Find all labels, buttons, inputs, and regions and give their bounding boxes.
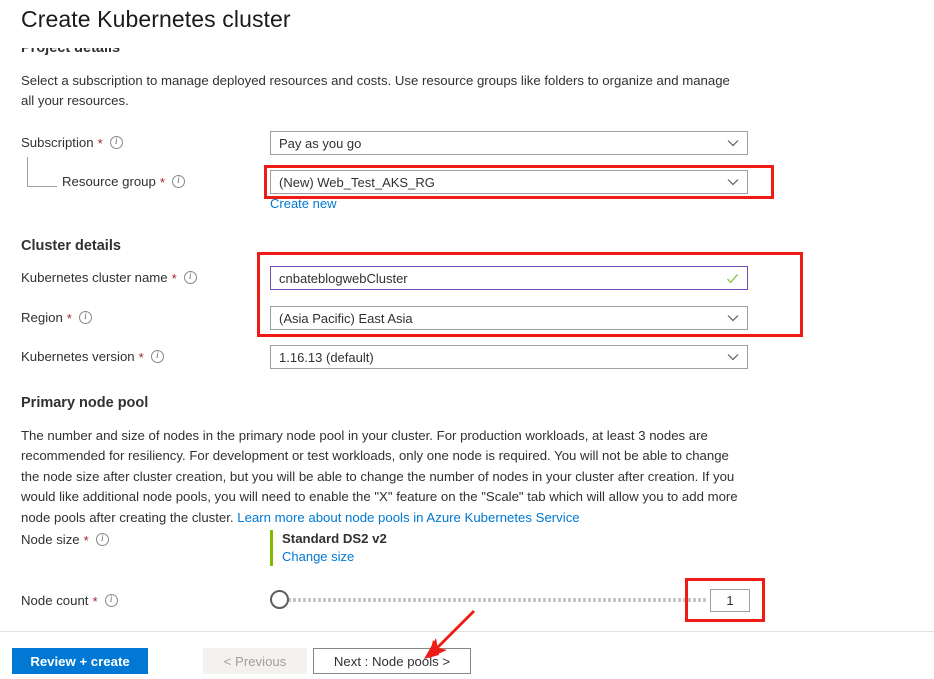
info-icon[interactable]: i [95, 533, 109, 546]
cluster-name-required-marker: * [171, 270, 177, 286]
info-icon[interactable]: i [104, 594, 118, 607]
create-new-resource-group-link[interactable]: Create new [270, 196, 336, 211]
info-icon[interactable]: i [171, 175, 185, 188]
node-pools-learn-more-link[interactable]: Learn more about node pools in Azure Kub… [237, 510, 579, 525]
subscription-label: Subscription * i [21, 135, 123, 150]
project-details-heading-clip: Project details [21, 48, 120, 63]
kubernetes-version-value: 1.16.13 (default) [279, 349, 374, 365]
resource-group-dropdown[interactable]: (New) Web_Test_AKS_RG [270, 170, 748, 194]
info-icon[interactable]: i [109, 136, 123, 149]
region-label: Region * i [21, 310, 92, 325]
resource-group-label-text: Resource group [62, 174, 156, 189]
cluster-name-input[interactable]: cnbateblogwebCluster [270, 266, 748, 290]
kubernetes-version-dropdown[interactable]: 1.16.13 (default) [270, 345, 748, 369]
node-size-card: Standard DS2 v2 Change size [270, 530, 387, 566]
chevron-down-icon [727, 312, 739, 324]
cluster-details-heading: Cluster details [21, 238, 121, 254]
node-count-slider[interactable] [270, 590, 710, 610]
project-details-heading: Project details [21, 48, 121, 56]
change-size-link[interactable]: Change size [282, 547, 387, 566]
subscription-dropdown[interactable]: Pay as you go [270, 131, 748, 155]
kubernetes-version-label-text: Kubernetes version [21, 349, 135, 364]
primary-node-pool-heading: Primary node pool [21, 395, 149, 411]
previous-button: < Previous [203, 648, 307, 674]
page-title: Create Kubernetes cluster [21, 6, 291, 32]
node-size-label: Node size * i [21, 532, 109, 547]
form-scroll-area: Project details Select a subscription to… [0, 48, 934, 631]
node-count-label: Node count * i [21, 593, 118, 608]
info-icon[interactable]: i [78, 311, 92, 324]
kubernetes-version-required-marker: * [138, 349, 144, 365]
info-icon[interactable]: i [183, 271, 197, 284]
check-icon [726, 272, 739, 285]
cluster-name-label: Kubernetes cluster name * i [21, 270, 197, 285]
project-details-description: Select a subscription to manage deployed… [21, 73, 730, 108]
subscription-value: Pay as you go [279, 135, 362, 151]
node-count-slider-track[interactable] [283, 598, 708, 602]
node-size-label-text: Node size [21, 532, 80, 547]
node-size-value: Standard DS2 v2 [282, 531, 387, 546]
region-value: (Asia Pacific) East Asia [279, 310, 413, 326]
resource-group-required-marker: * [159, 174, 165, 190]
node-count-input[interactable]: 1 [710, 589, 750, 612]
node-size-required-marker: * [83, 532, 89, 548]
node-count-slider-thumb[interactable] [270, 590, 289, 609]
region-required-marker: * [66, 310, 72, 326]
cluster-name-value: cnbateblogwebCluster [279, 270, 408, 286]
bottom-command-bar: Review + create < Previous Next : Node p… [0, 631, 934, 679]
cluster-name-label-text: Kubernetes cluster name [21, 270, 168, 285]
subscription-required-marker: * [97, 135, 103, 151]
next-node-pools-button[interactable]: Next : Node pools > [313, 648, 471, 674]
subscription-label-text: Subscription [21, 135, 94, 150]
kubernetes-version-label: Kubernetes version * i [21, 349, 164, 364]
chevron-down-icon [727, 137, 739, 149]
resource-group-value: (New) Web_Test_AKS_RG [279, 174, 435, 190]
chevron-down-icon [727, 351, 739, 363]
resource-group-label: Resource group * i [62, 174, 185, 189]
primary-node-pool-description: The number and size of nodes in the prim… [21, 426, 745, 528]
resource-group-tree-connector [27, 157, 57, 187]
review-create-button[interactable]: Review + create [12, 648, 148, 674]
info-icon[interactable]: i [150, 350, 164, 363]
node-count-label-text: Node count [21, 593, 89, 608]
node-count-required-marker: * [92, 593, 98, 609]
chevron-down-icon [727, 176, 739, 188]
region-dropdown[interactable]: (Asia Pacific) East Asia [270, 306, 748, 330]
region-label-text: Region [21, 310, 63, 325]
